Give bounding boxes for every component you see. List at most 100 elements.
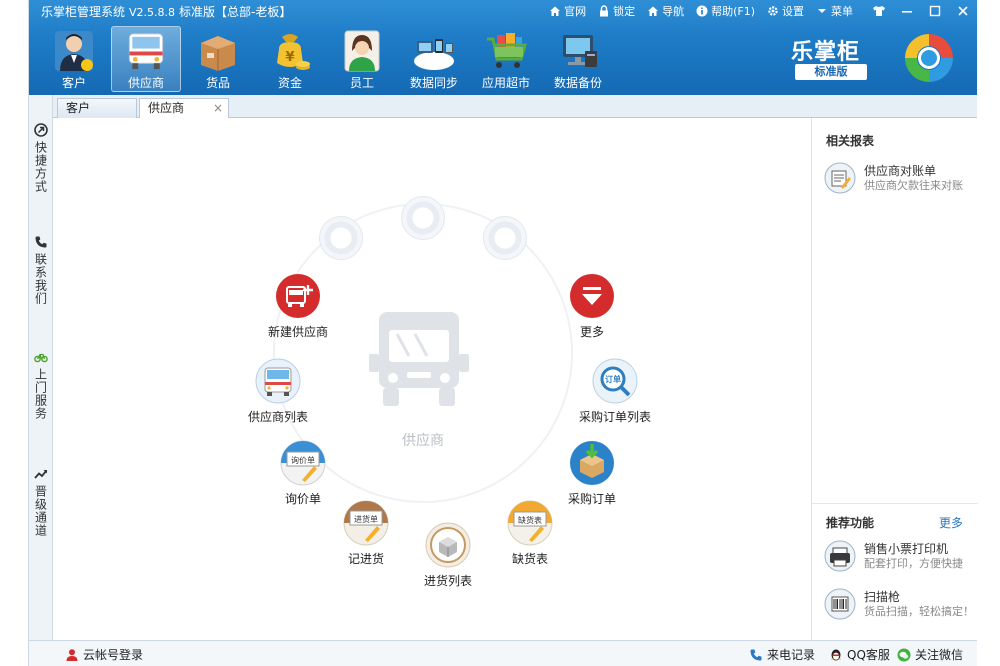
backup-computer-icon [563, 35, 597, 67]
employee-icon [344, 30, 380, 72]
wechat-icon [897, 648, 911, 661]
shortage-form-icon: 缺货表 [507, 500, 553, 546]
rail-contact-label: 联系我们 [33, 253, 48, 305]
maximize-button[interactable] [921, 0, 949, 22]
menu-label: 菜单 [831, 5, 853, 18]
barcode-scanner-link[interactable]: 扫描枪 货品扫描，轻松搞定！ [824, 586, 974, 622]
shortage-label: 缺货表 [511, 552, 548, 566]
qq-support-link[interactable]: QQ客服 [829, 646, 890, 663]
navigation-label: 导航 [662, 5, 685, 18]
supplier-statement-subtitle: 供应商欠款往来对账 [864, 179, 963, 192]
more-dropdown-icon [570, 274, 614, 318]
barcode-icon [824, 588, 856, 620]
empty-slot-icon [483, 216, 527, 260]
rail-contact[interactable]: 联系我们 [29, 235, 53, 305]
svg-text:进货单: 进货单 [354, 514, 378, 524]
customer-icon [55, 31, 93, 71]
inquiry-form-icon: 询价单 [280, 440, 326, 486]
empty-slot-icon [319, 216, 363, 260]
toolbar-data-sync[interactable]: 数据同步 [399, 26, 469, 92]
toolbar-data-sync-label: 数据同步 [409, 76, 458, 90]
toolbar-funds-label: 资金 [277, 76, 302, 90]
purchase-list-button[interactable]: 进货列表 [393, 522, 503, 589]
app-edition: 标准版 [179, 5, 216, 19]
tab-customers-label: 客户 [66, 101, 91, 115]
window-title: 乐掌柜管理系统 V2.5.8.8 标准版【总部-老板】 [41, 3, 291, 20]
cloud-login-label: 云帐号登录 [83, 648, 144, 662]
toolbar-data-backup-label: 数据备份 [553, 76, 602, 90]
svg-text:订单: 订单 [605, 374, 621, 384]
shirt-icon [873, 6, 885, 16]
statement-icon [824, 162, 856, 194]
close-button[interactable] [949, 0, 977, 22]
bicycle-icon [34, 353, 48, 363]
recommended-more-link[interactable]: 更多 [939, 514, 963, 531]
inquiry-button[interactable]: 询价单 询价单 [248, 440, 358, 507]
shortcut-icon [34, 123, 48, 137]
receipt-printer-link[interactable]: 销售小票打印机 配套打印，方便快捷 [824, 538, 974, 574]
official-site-link[interactable]: 官网 [549, 3, 586, 19]
toolbar-app-market-label: 应用超市 [481, 76, 530, 90]
tab-customers[interactable]: 客户 [57, 98, 137, 118]
edition-badge: 标准版 [795, 64, 867, 80]
toolbar-data-backup[interactable]: 数据备份 [543, 26, 613, 92]
supplier-list-button[interactable]: 供应商列表 [223, 358, 333, 425]
menu-link[interactable]: 菜单 [816, 3, 853, 19]
wechat-follow-link[interactable]: 关注微信 [897, 646, 963, 663]
supplier-list-icon [255, 358, 301, 404]
purchase-note-icon: 进货单 [343, 500, 389, 546]
settings-link[interactable]: 设置 [767, 3, 804, 19]
settings-label: 设置 [782, 5, 804, 18]
user-icon [66, 648, 78, 661]
top-bar: 乐掌柜管理系统 V2.5.8.8 标准版【总部-老板】 官网 锁定 导航 帮助(F1… [29, 0, 977, 95]
recommended-title: 推荐功能 [826, 516, 875, 530]
receipt-printer-subtitle: 配套打印，方便快捷 [864, 557, 963, 570]
qq-support-label: QQ客服 [847, 648, 890, 662]
rail-upgrade-label: 晋级通道 [33, 485, 48, 537]
toolbar-suppliers[interactable]: 供应商 [111, 26, 181, 92]
supplier-truck-icon [369, 312, 469, 406]
minimize-button[interactable] [893, 0, 921, 22]
toolbar-funds[interactable]: ¥ 资金 [255, 26, 325, 92]
navigation-link[interactable]: 导航 [647, 3, 684, 19]
toolbar-goods[interactable]: 货品 [183, 26, 253, 92]
cloud-login-link[interactable]: 云帐号登录 [65, 646, 143, 663]
wechat-follow-label: 关注微信 [915, 648, 964, 662]
toolbar-app-market[interactable]: 应用超市 [471, 26, 541, 92]
lock-link[interactable]: 锁定 [598, 3, 635, 19]
gear-icon [768, 6, 778, 16]
purchase-order-list-button[interactable]: 订单 采购订单列表 [560, 358, 670, 425]
app-name: 乐掌柜管理系统 [41, 5, 126, 19]
toolbar-customers[interactable]: 客户 [39, 26, 109, 92]
toolbar-staff-label: 员工 [349, 76, 374, 90]
tab-suppliers[interactable]: 供应商 × [139, 98, 229, 119]
tab-close-icon[interactable]: × [213, 99, 223, 117]
more-label: 更多 [579, 325, 604, 339]
rail-shortcuts[interactable]: 快捷方式 [29, 123, 53, 193]
new-supplier-button[interactable]: 新建供应商 [243, 273, 353, 340]
related-reports-title: 相关报表 [826, 134, 875, 148]
money-bag-icon: ¥ [277, 34, 310, 70]
help-link[interactable]: 帮助(F1) [696, 3, 755, 19]
skin-button[interactable] [865, 0, 893, 22]
more-button[interactable]: 更多 [537, 273, 647, 340]
tab-suppliers-label: 供应商 [148, 101, 185, 115]
rail-onsite-service[interactable]: 上门服务 [29, 350, 53, 420]
toolbar-staff[interactable]: 员工 [327, 26, 397, 92]
purchase-order-icon [570, 441, 614, 485]
qq-penguin-icon [831, 649, 841, 660]
box-icon [201, 36, 235, 71]
call-log-label: 来电记录 [767, 648, 816, 662]
brand-area: 乐掌柜 标准版 [791, 30, 961, 86]
side-rail: 快捷方式 联系我们 上门服务 晋级通道 [29, 95, 53, 640]
order-search-icon: 订单 [592, 358, 638, 404]
call-log-link[interactable]: 来电记录 [749, 646, 815, 663]
toolbar-suppliers-label: 供应商 [127, 76, 164, 90]
printer-icon [824, 540, 856, 572]
purchase-order-button[interactable]: 采购订单 [537, 440, 647, 507]
rail-upgrade[interactable]: 晋级通道 [29, 467, 53, 537]
app-window: 乐掌柜管理系统 V2.5.8.8 标准版【总部-老板】 官网 锁定 导航 帮助(F1… [28, 0, 978, 666]
supplier-statement-link[interactable]: 供应商对账单 供应商欠款往来对账 [824, 160, 974, 196]
supplier-list-label: 供应商列表 [247, 410, 308, 424]
close-icon [958, 6, 968, 16]
